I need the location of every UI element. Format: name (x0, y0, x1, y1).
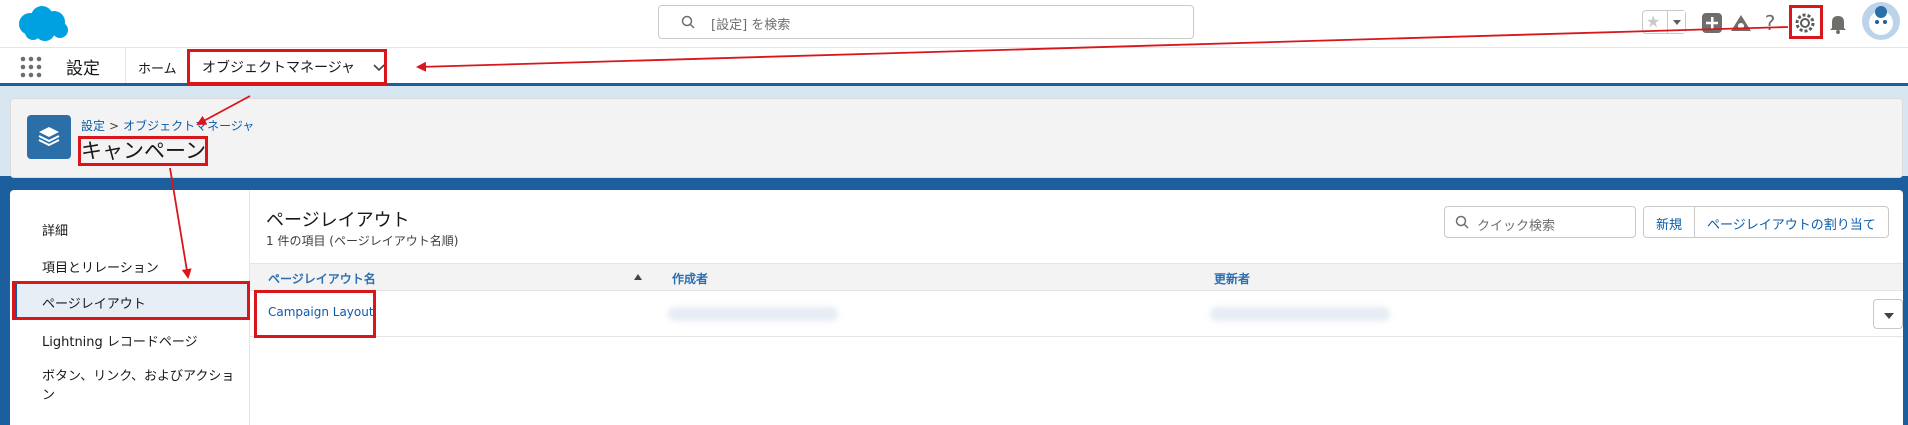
salesforce-logo[interactable] (12, 4, 72, 44)
nav-tab-home-label: ホーム (138, 62, 177, 77)
quick-search-placeholder: クイック検索 (1477, 219, 1556, 234)
app-name: 設定 (66, 59, 100, 79)
sidebar-item-buttons-links-actions[interactable]: ボタン、リンク、およびアクション (42, 367, 242, 405)
highlight-object-title (78, 136, 208, 166)
row-actions-dropdown[interactable] (1873, 299, 1903, 329)
help-icon[interactable]: ? (1758, 11, 1782, 35)
add-icon[interactable] (1700, 11, 1724, 35)
breadcrumb-separator: > (109, 119, 120, 133)
svg-text:?: ? (1765, 11, 1776, 35)
search-icon (681, 15, 695, 29)
sidebar-item-details[interactable]: 詳細 (42, 220, 68, 239)
column-header-layout-name[interactable]: ページレイアウト名 (268, 270, 376, 287)
search-icon (1455, 215, 1469, 229)
table-header: ページレイアウト名 作成者 更新者 (250, 263, 1903, 291)
app-launcher-icon[interactable] (20, 56, 42, 78)
page-layout-assignment-button[interactable]: ページレイアウトの割り当て (1694, 207, 1888, 237)
trailhead-icon[interactable] (1729, 11, 1753, 35)
global-header: [設定] を検索 ★ ? (0, 0, 1908, 48)
highlight-object-manager-tab (187, 49, 387, 85)
highlight-page-layouts-nav (12, 281, 250, 320)
astro-avatar-icon (1869, 6, 1893, 35)
star-icon: ★ (1646, 12, 1661, 31)
item-count: 1 件の項目 (ページレイアウト名順) (266, 234, 459, 248)
page-layouts-panel: ページレイアウト 1 件の項目 (ページレイアウト名順) クイック検索 新規 ペ… (250, 190, 1903, 425)
favorites-button[interactable]: ★ (1642, 10, 1686, 34)
sort-ascending-icon[interactable] (634, 274, 642, 280)
search-placeholder: [設定] を検索 (711, 18, 791, 33)
modified-by-redacted (1210, 307, 1390, 321)
new-button[interactable]: 新規 (1644, 207, 1694, 237)
avatar[interactable] (1862, 2, 1900, 40)
breadcrumb-setup-link[interactable]: 設定 (81, 119, 105, 133)
favorites-dropdown[interactable] (1667, 11, 1685, 33)
column-header-modified-by[interactable]: 更新者 (1214, 270, 1250, 287)
highlight-campaign-layout (254, 290, 376, 338)
created-by-redacted (668, 307, 838, 321)
sidebar-item-fields-relationships[interactable]: 項目とリレーション (42, 257, 159, 276)
bell-icon[interactable] (1826, 11, 1850, 35)
breadcrumb: 設定 > オブジェクトマネージャ (81, 117, 254, 134)
highlight-gear (1789, 5, 1823, 39)
column-header-created-by[interactable]: 作成者 (672, 270, 708, 287)
table-row: Campaign Layout (250, 291, 1903, 337)
object-header: 設定 > オブジェクトマネージャ キャンペーン (10, 98, 1903, 178)
breadcrumb-object-manager-link[interactable]: オブジェクトマネージャ (123, 119, 254, 133)
section-title: ページレイアウト (266, 210, 410, 231)
layers-icon (27, 115, 71, 159)
quick-search-input[interactable]: クイック検索 (1444, 206, 1636, 238)
nav-tab-home[interactable]: ホーム (125, 48, 177, 83)
action-button-group: 新規 ページレイアウトの割り当て (1643, 206, 1889, 238)
global-search-input[interactable]: [設定] を検索 (658, 5, 1194, 39)
sidebar-item-lightning-record-pages[interactable]: Lightning レコードページ (42, 331, 198, 350)
